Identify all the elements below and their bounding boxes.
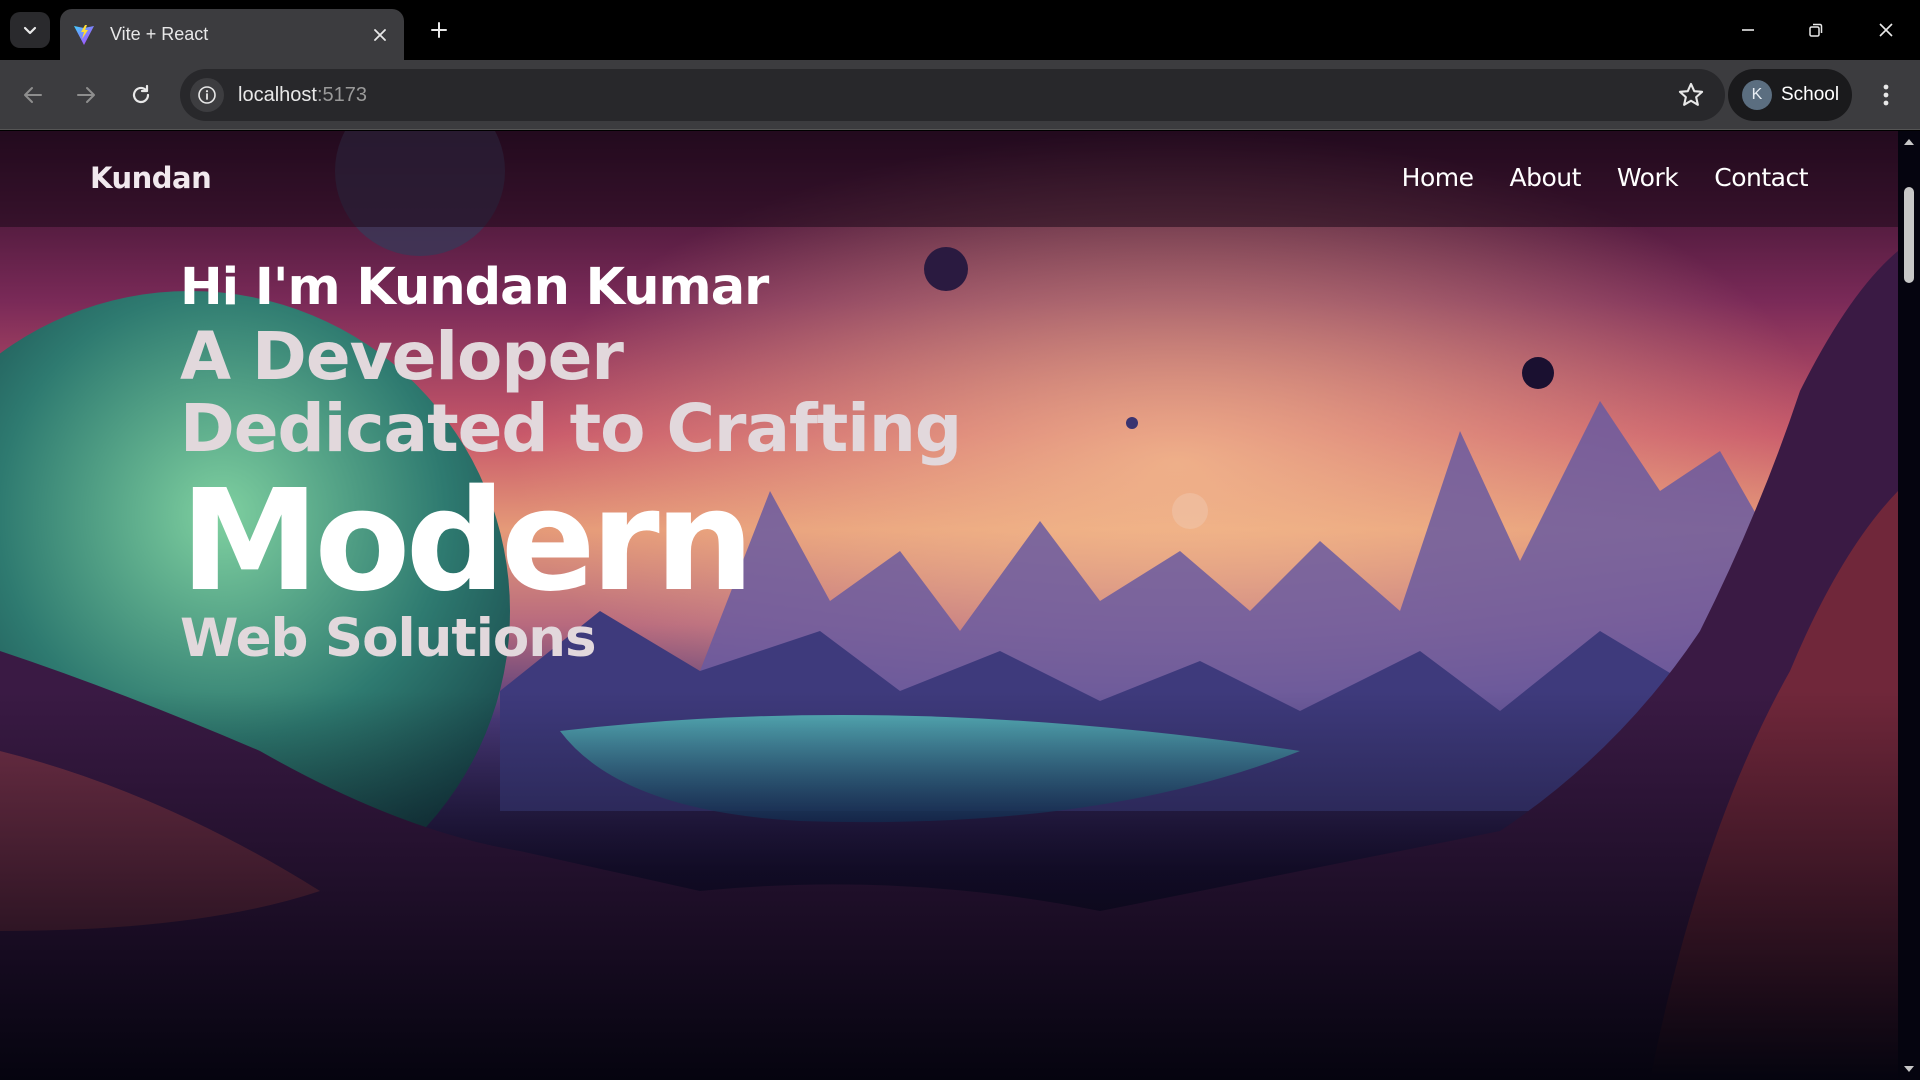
scroll-up-arrow-icon[interactable]: [1902, 135, 1916, 149]
back-button[interactable]: [13, 75, 53, 115]
scrollbar-thumb[interactable]: [1904, 187, 1914, 283]
close-icon: [1879, 23, 1893, 37]
page-scrollbar[interactable]: [1898, 131, 1920, 1080]
browser-toolbar: localhost:5173 K School: [0, 60, 1920, 130]
close-window-button[interactable]: [1862, 10, 1910, 50]
site-logo[interactable]: Kundan: [90, 161, 212, 195]
nav-link-contact[interactable]: Contact: [1714, 163, 1808, 192]
hero-line-developer: A Developer: [180, 318, 624, 395]
site-navbar: Kundan Home About Work Contact: [0, 131, 1898, 227]
hero-greeting: Hi I'm Kundan Kumar: [180, 258, 769, 317]
new-tab-button[interactable]: [424, 15, 454, 45]
arrow-right-icon: [77, 87, 95, 103]
avatar: K: [1742, 80, 1772, 110]
plus-icon: [431, 22, 447, 38]
hero-line-solutions: Web Solutions: [180, 608, 597, 669]
site-nav-links: Home About Work Contact: [1402, 163, 1809, 192]
scroll-down-arrow-icon[interactable]: [1902, 1062, 1916, 1076]
restore-icon: [1809, 23, 1823, 37]
nav-link-home[interactable]: Home: [1402, 163, 1474, 192]
url-port: :5173: [316, 83, 367, 106]
more-vertical-icon: [1883, 84, 1889, 106]
url-host: localhost: [238, 83, 317, 106]
hero-line-crafting: Dedicated to Crafting: [180, 390, 962, 467]
star-icon[interactable]: [1677, 81, 1705, 109]
tab-search-button[interactable]: [10, 12, 50, 48]
url-text: localhost:5173: [238, 84, 367, 107]
tab-strip: Vite + React: [0, 0, 1920, 60]
tab-close-button[interactable]: [368, 23, 392, 47]
hero-heading: Hi I'm Kundan Kumar A Developer Dedicate…: [180, 258, 962, 669]
profile-button[interactable]: K School: [1728, 69, 1852, 121]
profile-name: School: [1781, 84, 1840, 105]
reload-icon: [132, 84, 150, 104]
hero-highlight-word: Modern: [180, 460, 754, 623]
tab-title: Vite + React: [110, 24, 209, 44]
info-icon: [198, 86, 216, 104]
vite-logo-icon: [74, 24, 94, 45]
chevron-down-icon: [23, 26, 37, 35]
restore-button[interactable]: [1792, 10, 1840, 50]
close-icon: [374, 28, 386, 41]
reload-button[interactable]: [121, 75, 161, 115]
site-info-button[interactable]: [190, 78, 224, 112]
forward-button[interactable]: [66, 75, 106, 115]
address-bar[interactable]: localhost:5173: [180, 69, 1725, 121]
arrow-left-icon: [24, 87, 42, 103]
browser-menu-button[interactable]: [1868, 75, 1904, 115]
nav-link-about[interactable]: About: [1510, 163, 1582, 192]
browser-tab[interactable]: Vite + React: [60, 9, 404, 60]
minimize-icon: [1742, 29, 1754, 31]
page-viewport: Kundan Home About Work Contact Hi I'm Ku…: [0, 131, 1920, 1080]
minimize-button[interactable]: [1724, 10, 1772, 50]
nav-link-work[interactable]: Work: [1617, 163, 1679, 192]
